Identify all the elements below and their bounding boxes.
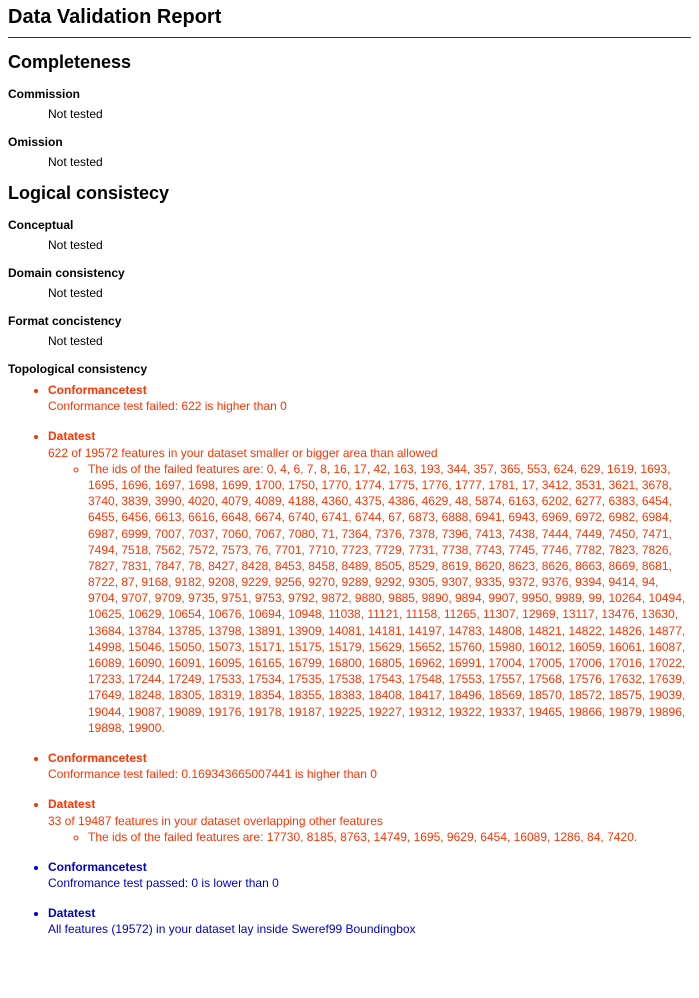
test-label: Datatest	[48, 428, 691, 444]
report-page: Data Validation Report Completeness Comm…	[0, 0, 699, 968]
test-detail: The ids of the failed features are: 0, 4…	[88, 461, 691, 736]
test-item: ConformancetestConformance test failed: …	[48, 750, 691, 782]
subhead-topological: Topological consistency	[8, 362, 691, 376]
test-detail-list: The ids of the failed features are: 0, 4…	[48, 461, 691, 736]
title-rule	[8, 37, 691, 38]
test-body: 33 of 19487 features in your dataset ove…	[48, 813, 691, 829]
domain-value: Not tested	[48, 286, 691, 300]
test-label: Datatest	[48, 905, 691, 921]
subhead-commission: Commission	[8, 87, 691, 101]
test-body: Confromance test passed: 0 is lower than…	[48, 875, 691, 891]
test-item: Datatest33 of 19487 features in your dat…	[48, 796, 691, 845]
test-body: 622 of 19572 features in your dataset sm…	[48, 445, 691, 461]
subhead-omission: Omission	[8, 135, 691, 149]
test-body: Conformance test failed: 622 is higher t…	[48, 398, 691, 414]
test-body: Conformance test failed: 0.1693436650074…	[48, 766, 691, 782]
test-label: Conformancetest	[48, 382, 691, 398]
test-label: Conformancetest	[48, 750, 691, 766]
test-detail-list: The ids of the failed features are: 1773…	[48, 829, 691, 845]
test-item: Datatest622 of 19572 features in your da…	[48, 428, 691, 736]
test-body: All features (19572) in your dataset lay…	[48, 921, 691, 937]
subhead-domain: Domain consistency	[8, 266, 691, 280]
format-value: Not tested	[48, 334, 691, 348]
report-title: Data Validation Report	[8, 6, 691, 29]
test-detail: The ids of the failed features are: 1773…	[88, 829, 691, 845]
conceptual-value: Not tested	[48, 238, 691, 252]
section-logical: Logical consistecy	[8, 183, 691, 204]
test-label: Conformancetest	[48, 859, 691, 875]
subhead-conceptual: Conceptual	[8, 218, 691, 232]
omission-value: Not tested	[48, 155, 691, 169]
test-item: ConformancetestConfromance test passed: …	[48, 859, 691, 891]
test-item: ConformancetestConformance test failed: …	[48, 382, 691, 414]
test-label: Datatest	[48, 796, 691, 812]
topological-test-list: ConformancetestConformance test failed: …	[8, 382, 691, 938]
section-completeness: Completeness	[8, 52, 691, 73]
test-item: DatatestAll features (19572) in your dat…	[48, 905, 691, 937]
commission-value: Not tested	[48, 107, 691, 121]
subhead-format: Format concistency	[8, 314, 691, 328]
